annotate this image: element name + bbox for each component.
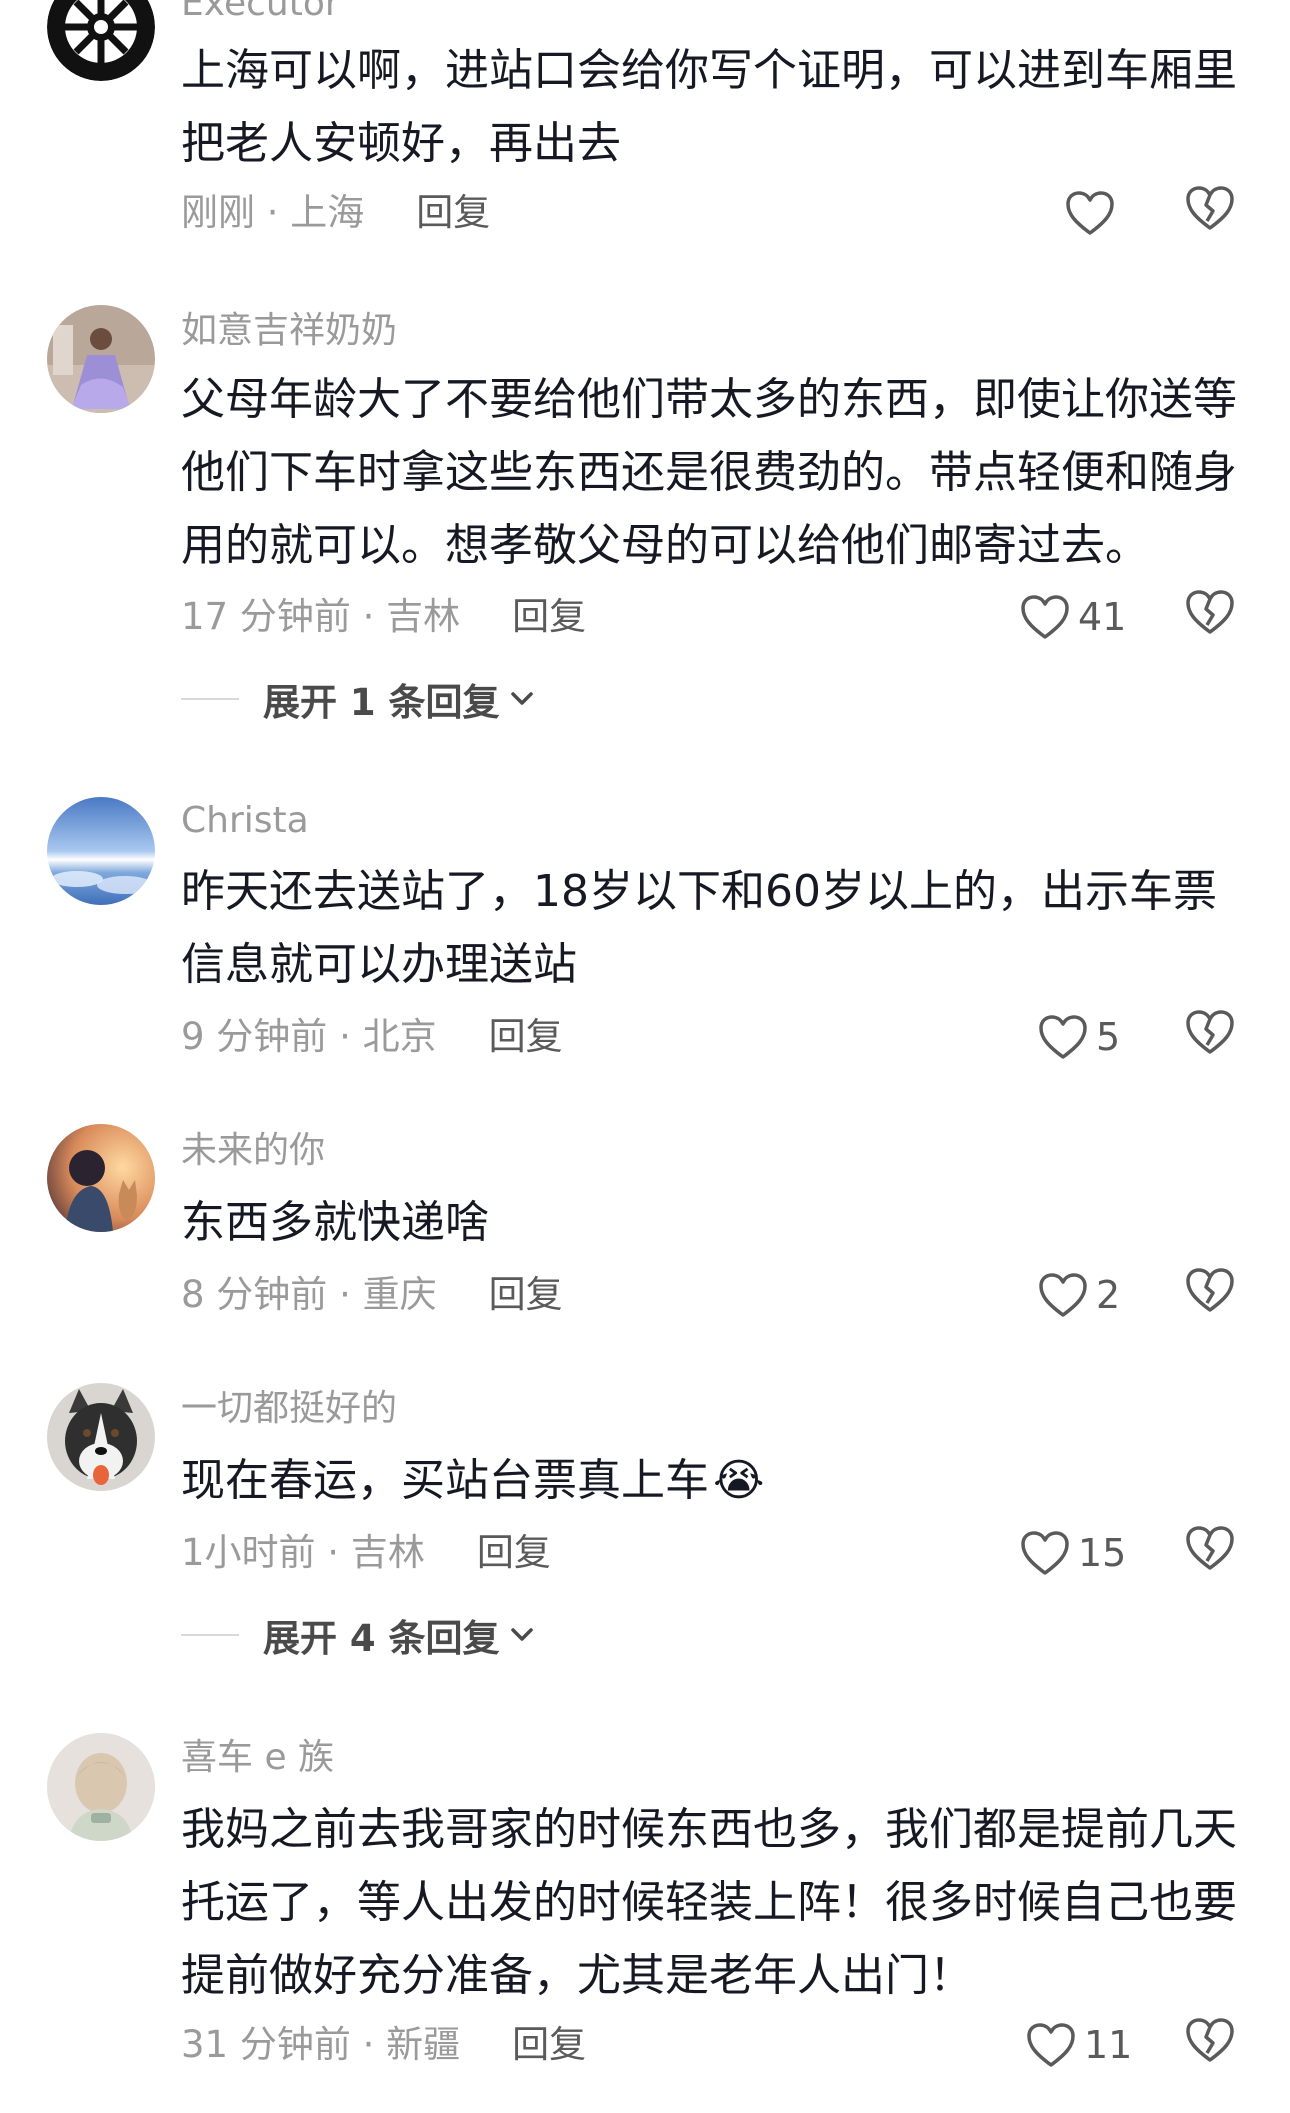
- comment-text: 昨天还去送站了，18岁以下和60岁以上的，出示车票信息就可以办理送站: [181, 866, 1217, 990]
- expand-replies-label: 展开 1 条回复: [263, 681, 500, 724]
- username[interactable]: 未来的你: [181, 1131, 325, 1171]
- avatar[interactable]: [47, 1383, 155, 1491]
- chevron-down-icon: [510, 692, 533, 705]
- anime-boy-cat-photo: [47, 1124, 155, 1232]
- like-count: 11: [1084, 2023, 1133, 2067]
- comment-text: 现在春运，买站台票真上车 😭: [181, 1444, 1241, 1517]
- comment-meta: 刚刚 · 上海 回复: [181, 191, 490, 235]
- comment-text: 上海可以啊，进站口会给你写个证明，可以进到车厢里把老人安顿好，再出去: [181, 45, 1237, 169]
- like-button[interactable]: 5: [1038, 1009, 1120, 1065]
- timestamp-location: 9 分钟前 · 北京: [181, 1015, 437, 1058]
- heart-icon: [1021, 595, 1069, 639]
- dislike-button[interactable]: [1185, 1267, 1241, 1323]
- reply-button[interactable]: 回复: [477, 1531, 551, 1575]
- like-button[interactable]: 15: [1020, 1525, 1126, 1581]
- avatar[interactable]: [47, 305, 155, 413]
- timestamp-location: 31 分钟前 · 新疆: [181, 2023, 461, 2066]
- comment-meta: 9 分钟前 · 北京 回复: [181, 1015, 563, 1059]
- reply-button[interactable]: 回复: [512, 2023, 586, 2067]
- like-button[interactable]: 41: [1020, 589, 1126, 645]
- timestamp-location: 8 分钟前 · 重庆: [181, 1273, 437, 1316]
- reply-button[interactable]: 回复: [512, 595, 586, 639]
- broken-heart-icon: [1186, 1526, 1234, 1570]
- reply-button[interactable]: 回复: [489, 1273, 563, 1317]
- timestamp-location: 17 分钟前 · 吉林: [181, 595, 461, 638]
- comment-meta: 1小时前 · 吉林 回复: [181, 1531, 551, 1575]
- broken-heart-icon: [1186, 1268, 1234, 1312]
- chevron-down-icon: [510, 1628, 533, 1641]
- husky-dog-photo: [47, 1383, 155, 1491]
- empire-emblem-icon: [47, 0, 155, 81]
- avatar[interactable]: [47, 0, 155, 81]
- comment-meta: 17 分钟前 · 吉林 回复: [181, 595, 586, 639]
- like-count: 2: [1096, 1273, 1121, 1317]
- dislike-button[interactable]: [1185, 1525, 1241, 1581]
- heart-icon: [1039, 1015, 1087, 1059]
- heart-icon: [1027, 2023, 1075, 2067]
- timestamp-location: 刚刚 · 上海: [181, 191, 365, 234]
- comment-text: 父母年龄大了不要给他们带太多的东西，即使让你送等他们下车时拿这些东西还是很费劲的…: [181, 374, 1237, 571]
- cartoon-figure-photo: [47, 1733, 155, 1841]
- like-count: 15: [1078, 1531, 1127, 1575]
- like-count: 41: [1078, 595, 1127, 639]
- broken-heart-icon: [1186, 1010, 1234, 1054]
- broken-heart-icon: [1186, 186, 1234, 230]
- divider: [181, 1634, 239, 1636]
- heart-icon: [1021, 1531, 1069, 1575]
- comment-meta: 31 分钟前 · 新疆 回复: [181, 2023, 586, 2067]
- username[interactable]: Christa: [181, 801, 309, 841]
- divider: [181, 698, 239, 700]
- broken-heart-icon: [1186, 590, 1234, 634]
- username[interactable]: 喜车 e 族: [181, 1738, 334, 1778]
- heart-icon: [1039, 1273, 1087, 1317]
- expand-replies-button[interactable]: 展开 1 条回复: [181, 677, 534, 724]
- comment-text: 我妈之前去我哥家的时候东西也多，我们都是提前几天托运了，等人出发的时候轻装上阵！…: [181, 1804, 1237, 2001]
- expand-replies-button[interactable]: 展开 4 条回复: [181, 1613, 534, 1660]
- like-button[interactable]: 2: [1038, 1267, 1120, 1323]
- like-button[interactable]: 11: [1026, 2017, 1132, 2073]
- like-button[interactable]: [1065, 185, 1123, 241]
- comment-meta: 8 分钟前 · 重庆 回复: [181, 1273, 563, 1317]
- comment-text: 东西多就快递啥: [181, 1197, 489, 1248]
- reply-button[interactable]: 回复: [489, 1015, 563, 1059]
- dislike-button[interactable]: [1185, 2017, 1241, 2073]
- expand-replies-label: 展开 4 条回复: [263, 1617, 500, 1660]
- dislike-button[interactable]: [1185, 1009, 1241, 1065]
- avatar[interactable]: [47, 797, 155, 905]
- username[interactable]: 如意吉祥奶奶: [181, 311, 397, 351]
- crying-face-emoji: 😭: [713, 1455, 765, 1506]
- comment-text-body: 现在春运，买站台票真上车: [181, 1455, 709, 1506]
- broken-heart-icon: [1186, 2018, 1234, 2062]
- dislike-button[interactable]: [1185, 185, 1241, 241]
- avatar[interactable]: [47, 1733, 155, 1841]
- username[interactable]: Executor: [181, 0, 340, 24]
- timestamp-location: 1小时前 · 吉林: [181, 1531, 425, 1574]
- reply-button[interactable]: 回复: [416, 191, 490, 235]
- username[interactable]: 一切都挺好的: [181, 1389, 397, 1429]
- like-count: 5: [1096, 1015, 1121, 1059]
- dislike-button[interactable]: [1185, 589, 1241, 645]
- girl-in-dress-photo: [47, 305, 155, 413]
- avatar[interactable]: [47, 1124, 155, 1232]
- heart-icon: [1066, 191, 1114, 235]
- ocean-sky-photo: [47, 797, 155, 905]
